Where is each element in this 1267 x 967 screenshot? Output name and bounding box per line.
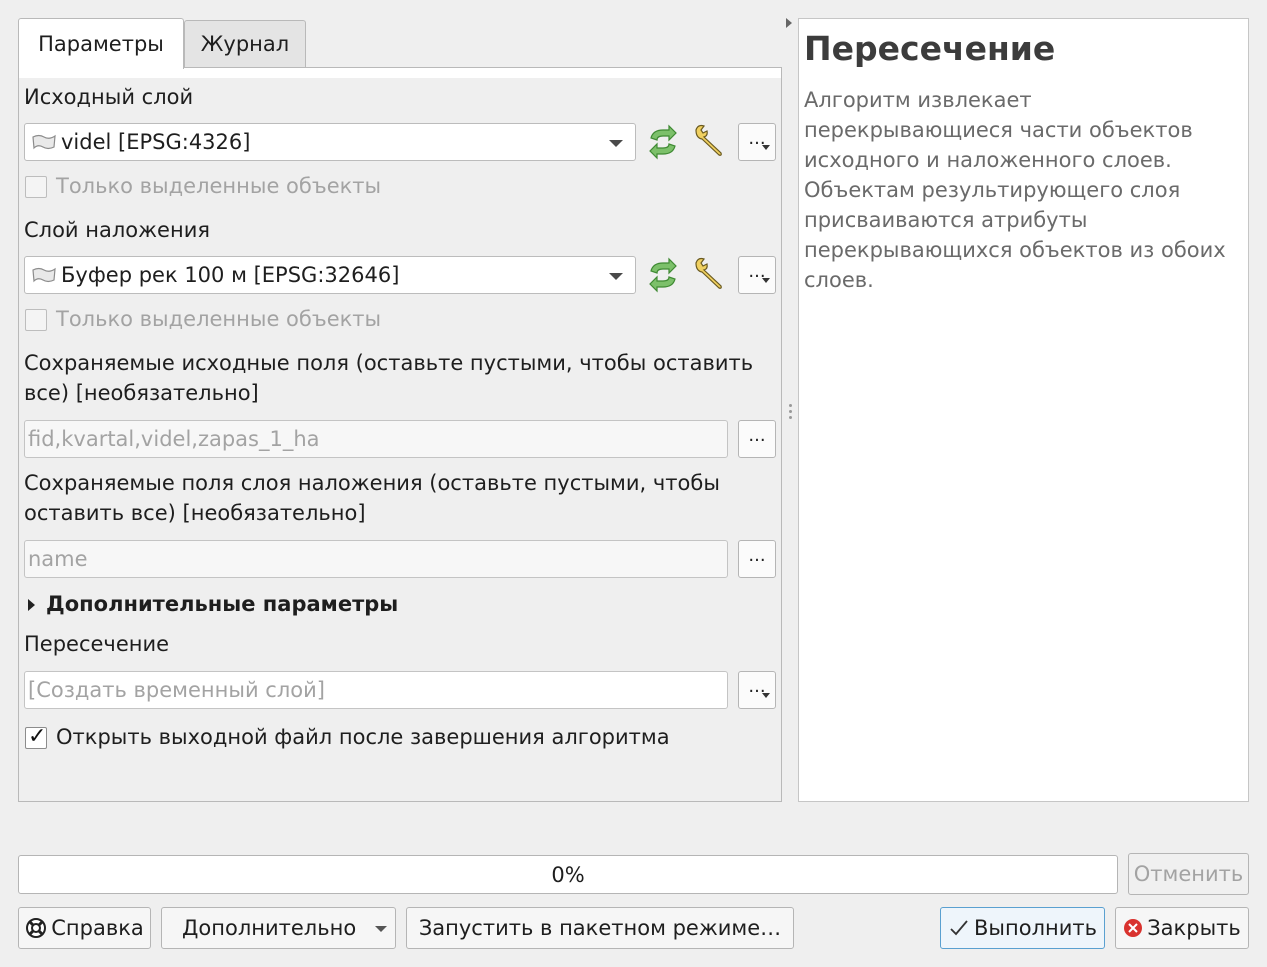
dots-label: ... [748, 545, 766, 566]
overlay-layer-combo[interactable]: Буфер рек 100 м [EPSG:32646] [24, 256, 636, 294]
input-fields-label-line1: Сохраняемые исходные поля (оставьте пуст… [24, 351, 754, 375]
input-fields-input[interactable]: fid,kvartal,videl,zapas_1_ha [24, 420, 728, 458]
input-selected-only-checkbox[interactable] [25, 176, 47, 198]
output-options-button[interactable]: ... [738, 671, 776, 709]
tab-parameters-label: Параметры [38, 32, 164, 56]
help-label: Справка [51, 916, 144, 940]
input-layer-value: videl [EPSG:4326] [61, 130, 251, 154]
overlay-fields-select-button[interactable]: ... [738, 540, 776, 578]
overlay-fields-label-line2: оставить все) [необязательно] [24, 501, 366, 525]
wrench-icon[interactable] [692, 122, 728, 158]
cancel-button[interactable]: Отменить [1128, 853, 1249, 895]
tab-log[interactable]: Журнал [184, 20, 306, 67]
polygon-layer-icon [32, 267, 56, 283]
chevron-down-icon [609, 273, 623, 280]
overlay-selected-only-checkbox[interactable] [25, 309, 47, 331]
overlay-selected-only-label: Только выделенные объекты [56, 307, 382, 331]
overlay-layer-options-button[interactable]: ... [738, 256, 776, 294]
overlay-layer-label: Слой наложения [24, 218, 210, 242]
input-fields-select-button[interactable]: ... [738, 420, 776, 458]
input-layer-label: Исходный слой [24, 85, 194, 109]
overlay-fields-label-line1: Сохраняемые поля слоя наложения (оставьт… [24, 471, 720, 495]
help-text: Алгоритм извлекает перекрывающиеся части… [804, 88, 1226, 292]
close-label: Закрыть [1147, 916, 1241, 940]
advanced-label: Дополнительно [182, 916, 357, 940]
open-output-label: Открыть выходной файл после завершения а… [56, 725, 670, 749]
output-label: Пересечение [24, 632, 170, 656]
output-placeholder: [Создать временный слой] [28, 678, 325, 702]
expand-arrow-icon[interactable] [28, 599, 35, 611]
checkmark-icon [950, 920, 968, 936]
progress-label: 0% [551, 862, 585, 887]
batch-label: Запустить в пакетном режиме… [418, 916, 782, 940]
input-layer-options-button[interactable]: ... [738, 123, 776, 161]
chevron-down-icon [762, 278, 770, 283]
advanced-button[interactable]: Дополнительно [161, 907, 396, 949]
advanced-parameters-toggle[interactable]: Дополнительные параметры [46, 592, 398, 616]
input-selected-only-label: Только выделенные объекты [56, 174, 382, 198]
help-button[interactable]: Справка [18, 907, 151, 949]
chevron-down-icon [762, 693, 770, 698]
polygon-layer-icon [32, 134, 56, 150]
refresh-icon[interactable] [645, 124, 681, 160]
progress-bar: 0% [18, 855, 1118, 894]
overlay-fields-input[interactable]: name [24, 540, 728, 578]
chevron-down-icon [375, 926, 387, 932]
input-fields-label-line2: все) [необязательно] [24, 381, 259, 405]
collapse-arrow-icon[interactable] [786, 18, 792, 28]
tab-log-label: Журнал [200, 32, 290, 56]
run-button[interactable]: Выполнить [940, 907, 1105, 949]
chevron-down-icon [762, 145, 770, 150]
wrench-icon[interactable] [692, 255, 728, 291]
batch-mode-button[interactable]: Запустить в пакетном режиме… [406, 907, 794, 949]
dots-label: ... [748, 425, 766, 446]
close-icon [1124, 919, 1143, 937]
output-input[interactable]: [Создать временный слой] [24, 671, 728, 709]
lifebuoy-icon [26, 918, 47, 938]
help-title: Пересечение [804, 29, 1056, 68]
open-output-checkbox[interactable] [25, 724, 47, 749]
overlay-layer-value: Буфер рек 100 м [EPSG:32646] [61, 263, 400, 287]
cancel-label: Отменить [1133, 862, 1244, 886]
refresh-icon[interactable] [645, 257, 681, 293]
input-fields-value: fid,kvartal,videl,zapas_1_ha [28, 427, 320, 451]
help-panel: Пересечение Алгоритм извлекает перекрыва… [798, 18, 1249, 802]
run-label: Выполнить [974, 916, 1097, 940]
close-button[interactable]: Закрыть [1115, 907, 1249, 949]
overlay-fields-value: name [28, 547, 88, 571]
chevron-down-icon [609, 140, 623, 147]
input-layer-combo[interactable]: videl [EPSG:4326] [24, 123, 636, 161]
tab-parameters[interactable]: Параметры [18, 18, 184, 69]
